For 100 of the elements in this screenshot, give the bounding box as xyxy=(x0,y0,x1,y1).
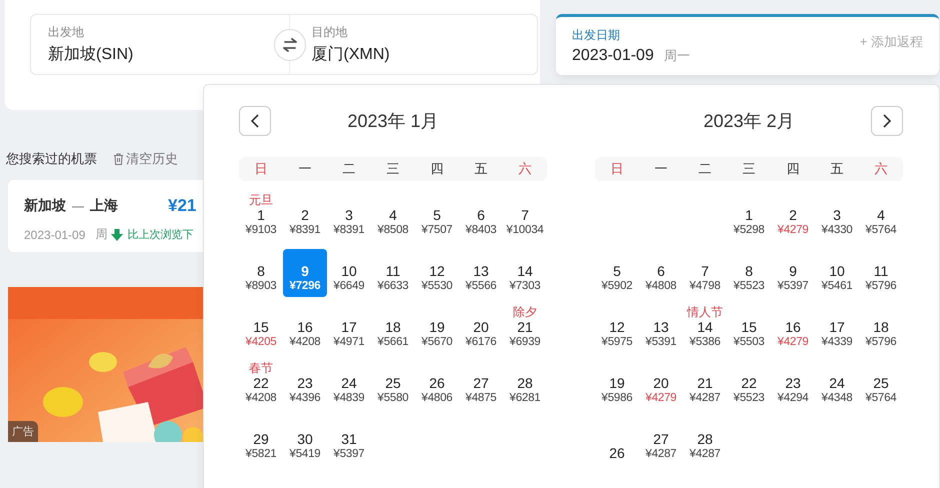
day-number: 2 xyxy=(301,207,309,223)
price-text: ¥4396 xyxy=(290,391,320,405)
price-text: ¥4339 xyxy=(822,335,852,349)
price-text: ¥21 xyxy=(168,196,196,216)
day-number: 11 xyxy=(386,263,400,279)
price-text: ¥4287 xyxy=(690,391,720,405)
price-text: ¥4839 xyxy=(334,391,364,405)
price-text: ¥5386 xyxy=(690,335,720,349)
day-number: 24 xyxy=(829,375,845,391)
day-number: 13 xyxy=(473,263,489,279)
day-number: 21 xyxy=(697,375,713,391)
holiday-label: 除夕 xyxy=(513,305,537,319)
day-number: 30 xyxy=(297,431,313,447)
price-text: ¥5661 xyxy=(378,335,408,349)
holiday-label: 元旦 xyxy=(249,193,273,207)
price-text: ¥5461 xyxy=(822,279,852,293)
price-text: ¥7507 xyxy=(422,223,452,237)
price-text: ¥5902 xyxy=(602,279,632,293)
price-text: ¥4348 xyxy=(822,391,852,405)
ad-badge: 广告 xyxy=(8,421,38,442)
field-label: 出发日期 xyxy=(572,27,621,44)
day-number: 19 xyxy=(609,375,625,391)
weekday-label: 二 xyxy=(698,160,712,178)
day-number: 15 xyxy=(253,319,269,335)
price-text: ¥4279 xyxy=(778,223,808,237)
day-number: 8 xyxy=(745,263,753,279)
day-number: 26 xyxy=(609,445,625,461)
price-text: ¥4205 xyxy=(246,335,276,349)
price-text: ¥5580 xyxy=(378,391,408,405)
price-text: ¥5796 xyxy=(866,279,896,293)
route-dash: — xyxy=(72,199,84,213)
day-number: 18 xyxy=(873,319,889,335)
weekday-label: 六 xyxy=(874,160,888,178)
date-text: 2023-01-09 xyxy=(24,228,86,242)
day-number: 4 xyxy=(877,207,885,223)
price-text: ¥5391 xyxy=(646,335,676,349)
day-number: 22 xyxy=(741,375,757,391)
day-number: 17 xyxy=(341,319,357,335)
day-number: 25 xyxy=(873,375,889,391)
day-number: 5 xyxy=(613,263,621,279)
day-number: 28 xyxy=(517,375,533,391)
price-text: ¥5530 xyxy=(422,279,452,293)
day-number: 11 xyxy=(874,263,888,279)
weekday-label: 五 xyxy=(830,160,844,178)
price-text: ¥4279 xyxy=(646,391,676,405)
price-text: ¥8903 xyxy=(246,279,276,293)
price-text: ¥6649 xyxy=(334,279,364,293)
day-number: 6 xyxy=(657,263,665,279)
day-number: 1 xyxy=(257,207,265,223)
day-number: 12 xyxy=(429,263,445,279)
price-text: ¥5523 xyxy=(734,279,764,293)
day-number: 25 xyxy=(385,375,401,391)
price-text: ¥4294 xyxy=(778,391,808,405)
price-text: ¥8508 xyxy=(378,223,408,237)
price-text: ¥5796 xyxy=(866,335,896,349)
day-number: 3 xyxy=(345,207,353,223)
weekday-text: 周 xyxy=(95,226,108,243)
day-number: 6 xyxy=(477,207,485,223)
day-number: 26 xyxy=(429,375,445,391)
day-number: 7 xyxy=(521,207,529,223)
weekday-label: 日 xyxy=(254,160,268,178)
day-number: 27 xyxy=(653,431,669,447)
day-number: 23 xyxy=(297,375,313,391)
day-number: 28 xyxy=(697,431,713,447)
price-text: ¥6633 xyxy=(378,279,408,293)
day-number: 10 xyxy=(829,263,845,279)
price-text: ¥9103 xyxy=(246,223,276,237)
day-number: 4 xyxy=(389,207,397,223)
day-number: 27 xyxy=(473,375,489,391)
day-number: 9 xyxy=(789,263,797,279)
trend-text: 比上次浏览下 xyxy=(127,228,194,242)
price-text: ¥4208 xyxy=(290,335,320,349)
day-number: 29 xyxy=(253,431,269,447)
price-text: ¥5764 xyxy=(866,223,896,237)
price-text: ¥5298 xyxy=(734,223,764,237)
price-text: ¥10034 xyxy=(506,223,544,237)
day-number: 12 xyxy=(609,319,625,335)
month-title: 2023年 1月 xyxy=(347,110,439,133)
weekday-label: 一 xyxy=(298,160,312,178)
price-text: ¥6939 xyxy=(510,335,540,349)
weekday-label: 二 xyxy=(342,160,356,178)
section-title: 您搜索过的机票 xyxy=(6,150,97,168)
holiday-label: 情人节 xyxy=(687,305,723,319)
day-number: 10 xyxy=(341,263,357,279)
price-text: ¥5670 xyxy=(422,335,452,349)
day-number: 16 xyxy=(297,319,313,335)
price-text: ¥7303 xyxy=(510,279,540,293)
price-text: ¥8391 xyxy=(290,223,320,237)
day-number: 20 xyxy=(653,375,669,391)
price-text: ¥5821 xyxy=(246,447,276,461)
price-text: ¥5975 xyxy=(602,335,632,349)
city-name: 新加坡 xyxy=(24,197,66,215)
holiday-label: 春节 xyxy=(249,361,273,375)
day-number: 18 xyxy=(385,319,401,335)
price-text: ¥4279 xyxy=(778,335,808,349)
day-number: 19 xyxy=(429,319,445,335)
day-number: 16 xyxy=(785,319,801,335)
day-number: 22 xyxy=(253,375,269,391)
weekday-label: 四 xyxy=(430,160,444,178)
price-text: ¥5397 xyxy=(778,279,808,293)
